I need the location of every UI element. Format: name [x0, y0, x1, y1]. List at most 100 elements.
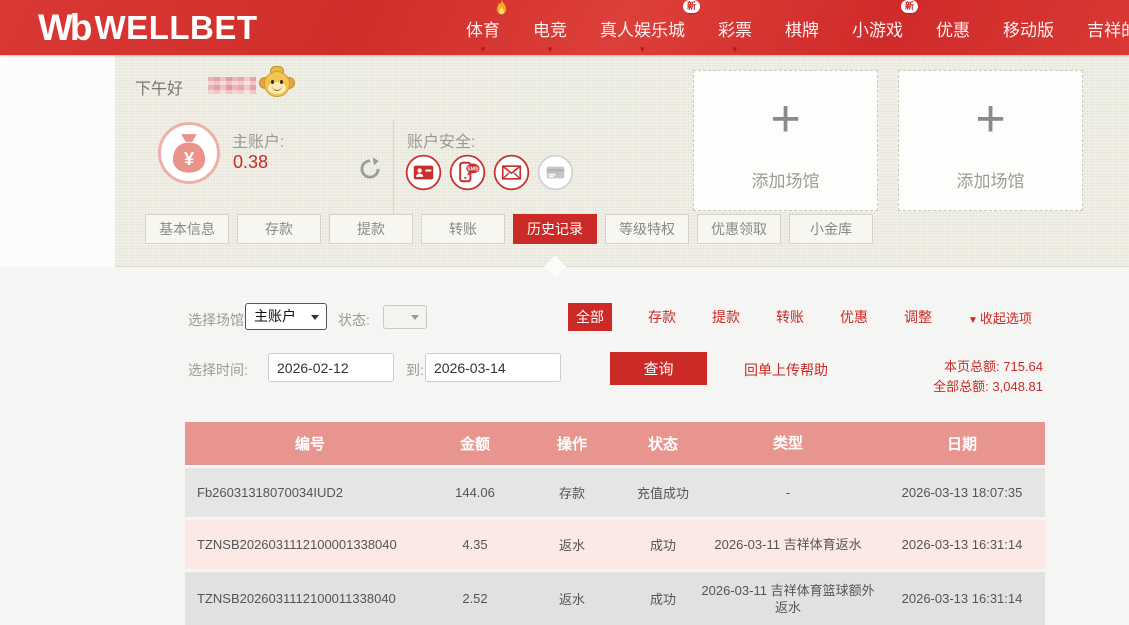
wellbet-logo[interactable]: Wb WELLBET	[38, 7, 258, 49]
cell-date: 2026-03-13 16:31:14	[879, 520, 1045, 569]
tab-withdraw[interactable]: 提款	[329, 214, 413, 244]
chevron-down-icon	[411, 315, 419, 320]
time-filter-label: 选择时间:	[188, 360, 248, 380]
table-header-row: 编号 金额 操作 状态 类型 日期	[185, 422, 1045, 465]
nav-item-label: 吉祥的	[1087, 21, 1129, 40]
tab-history[interactable]: 历史记录	[513, 214, 597, 244]
cell-amount: 2.52	[435, 572, 515, 625]
status-filter-label: 状态:	[338, 310, 370, 330]
date-to-input[interactable]	[425, 353, 561, 382]
nav-item-mini-games[interactable]: 新 小游戏	[852, 14, 903, 41]
nav-item-lottery[interactable]: 彩票 ▼	[718, 14, 752, 41]
tab-promo-claim[interactable]: 优惠领取	[697, 214, 781, 244]
nav-item-label: 小游戏	[852, 21, 903, 40]
email-icon[interactable]	[493, 154, 530, 191]
new-badge: 新	[901, 0, 918, 13]
account-security-label: 账户安全:	[407, 128, 475, 152]
tab-piggy-bank[interactable]: 小金库	[789, 214, 873, 244]
to-label: 到:	[406, 360, 424, 380]
chevron-down-icon: ▼	[479, 45, 487, 54]
type-tab-withdraw[interactable]: 提款	[712, 307, 740, 327]
logo-text: WELLBET	[95, 9, 258, 47]
table-row: TZNSB2026031112100001338040 4.35 返水 成功 2…	[185, 520, 1045, 569]
bank-card-icon[interactable]	[537, 154, 574, 191]
id-card-icon[interactable]	[405, 154, 442, 191]
col-header-status: 状态	[629, 422, 697, 465]
history-table: 编号 金额 操作 状态 类型 日期 Fb26031318070034IUD2 1…	[185, 422, 1045, 625]
add-venue-panel[interactable]: + 添加场馆	[693, 70, 878, 211]
type-tab-all[interactable]: 全部	[568, 303, 612, 331]
status-select[interactable]	[383, 305, 427, 329]
nav-item-mobile[interactable]: 移动版	[1003, 14, 1054, 41]
nav-item-esports[interactable]: 电竞 ▼	[533, 14, 567, 41]
greeting-text: 下午好	[135, 75, 183, 99]
cell-type: -	[697, 468, 879, 517]
plus-icon: +	[899, 93, 1082, 145]
cell-operation: 存款	[515, 468, 629, 517]
divider	[393, 120, 394, 215]
add-venue-label: 添加场馆	[899, 167, 1082, 192]
col-header-operation: 操作	[515, 422, 629, 465]
plus-icon: +	[694, 93, 877, 145]
chevron-down-icon: ▼	[546, 45, 554, 54]
all-total-label: 全部总额:	[933, 379, 989, 394]
nav-item-label: 电竞	[533, 21, 567, 40]
nav-item-jixiang[interactable]: 吉祥的	[1087, 14, 1129, 41]
security-icons: SMS	[405, 154, 574, 191]
collapse-options-link[interactable]: ▼收起选项	[968, 308, 1032, 327]
account-balance: 0.38	[233, 152, 268, 173]
cell-id: TZNSB2026031112100011338040	[185, 572, 435, 625]
all-total-value: 3,048.81	[992, 379, 1043, 394]
nav-item-board-games[interactable]: 棋牌	[785, 14, 819, 41]
refresh-balance-icon[interactable]	[357, 156, 383, 182]
nav-item-promotions[interactable]: 优惠	[936, 14, 970, 41]
chevron-down-icon: ▼	[639, 45, 647, 54]
cell-operation: 返水	[515, 572, 629, 625]
cell-date: 2026-03-13 16:31:14	[879, 572, 1045, 625]
monkey-emoji-icon	[259, 66, 295, 100]
page-total: 本页总额: 715.64	[880, 357, 1043, 377]
nav-item-label: 彩票	[718, 21, 752, 40]
date-from-input[interactable]	[268, 353, 394, 382]
page-total-value: 715.64	[1003, 359, 1043, 374]
nav-item-label: 真人娱乐城	[600, 21, 685, 40]
type-tab-transfer[interactable]: 转账	[776, 307, 804, 327]
nav-item-live-casino[interactable]: 新 真人娱乐城 ▼	[600, 14, 685, 41]
nav-item-sports[interactable]: 体育 ▼	[466, 14, 500, 41]
type-tab-deposit[interactable]: 存款	[648, 307, 676, 327]
venue-select[interactable]: 主账户	[245, 303, 327, 330]
sms-phone-icon[interactable]: SMS	[449, 154, 486, 191]
chevron-down-icon: ▼	[731, 45, 739, 54]
col-header-amount: 金额	[435, 422, 515, 465]
top-nav: Wb WELLBET 体育 ▼ 电竞 ▼ 新 真人娱乐城 ▼ 彩票	[0, 0, 1129, 55]
type-tab-adjust[interactable]: 调整	[904, 307, 932, 327]
receipt-upload-help-link[interactable]: 回单上传帮助	[744, 360, 828, 380]
main-account-label: 主账户:	[232, 128, 284, 152]
cell-status: 成功	[629, 572, 697, 625]
type-tab-promo[interactable]: 优惠	[840, 307, 868, 327]
logo-mark: Wb	[38, 7, 95, 49]
tab-vip-level[interactable]: 等级特权	[605, 214, 689, 244]
nav-item-label: 体育	[466, 21, 500, 40]
triangle-down-icon: ▼	[968, 315, 978, 326]
cell-status: 成功	[629, 520, 697, 569]
add-venue-panel[interactable]: + 添加场馆	[898, 70, 1083, 211]
venue-filter-label: 选择场馆:	[188, 310, 248, 330]
search-button[interactable]: 查询	[610, 352, 707, 385]
col-header-date: 日期	[879, 422, 1045, 465]
masked-username	[208, 77, 256, 94]
svg-text:¥: ¥	[184, 149, 195, 169]
nav-item-label: 移动版	[1003, 21, 1054, 40]
record-type-tabs: 全部 存款 提款 转账 优惠 调整 ▼收起选项	[568, 303, 1032, 331]
chevron-down-icon	[311, 315, 319, 320]
totals: 本页总额: 715.64 全部总额: 3,048.81	[880, 357, 1043, 397]
tab-basic-info[interactable]: 基本信息	[145, 214, 229, 244]
cell-type: 2026-03-11 吉祥体育篮球额外返水	[697, 572, 879, 625]
nav-item-label: 棋牌	[785, 21, 819, 40]
cell-date: 2026-03-13 18:07:35	[879, 468, 1045, 517]
col-header-id: 编号	[185, 422, 435, 465]
add-venue-label: 添加场馆	[694, 167, 877, 192]
venue-select-value: 主账户	[254, 308, 296, 324]
tab-deposit[interactable]: 存款	[237, 214, 321, 244]
tab-transfer[interactable]: 转账	[421, 214, 505, 244]
